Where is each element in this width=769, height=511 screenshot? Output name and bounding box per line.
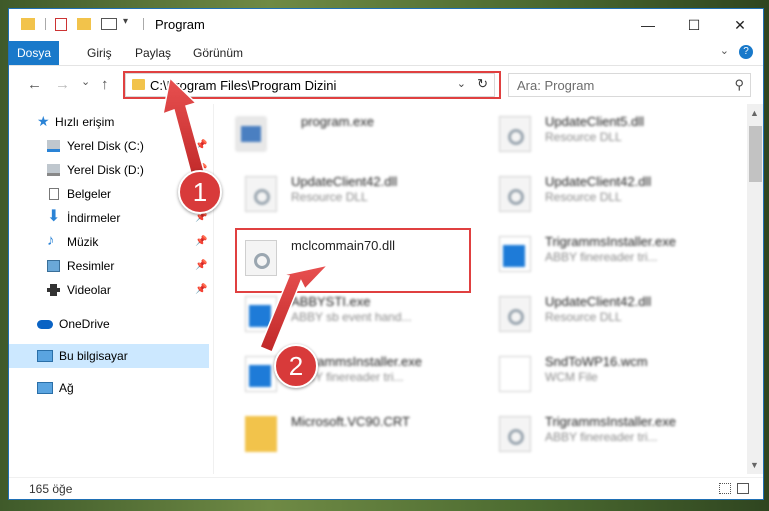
arrow-to-file: [259, 263, 331, 353]
arrow-to-address: [162, 76, 207, 182]
step-2-badge: 2: [274, 344, 318, 388]
step-1-badge: 1: [178, 170, 222, 214]
annotation-arrows: [162, 76, 331, 353]
